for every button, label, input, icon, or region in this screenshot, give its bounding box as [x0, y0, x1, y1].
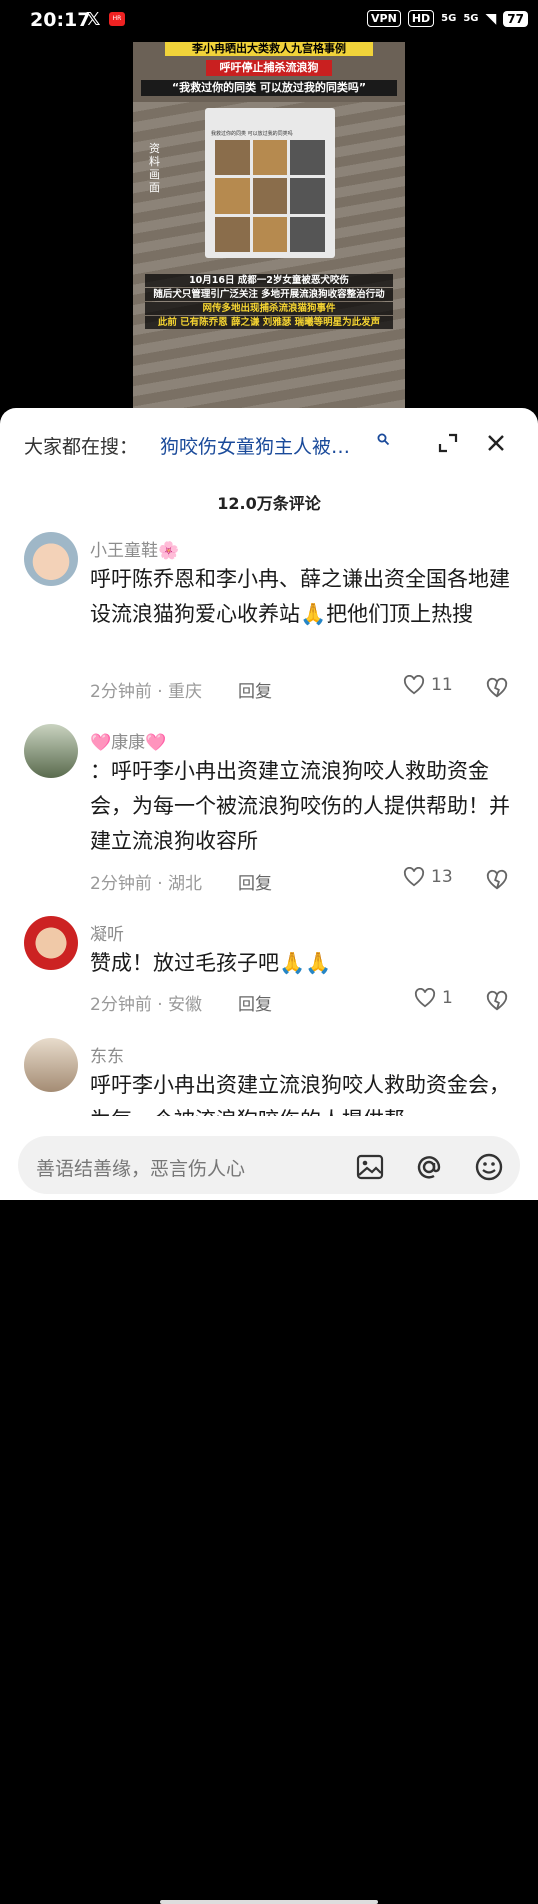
photo-cell	[252, 216, 288, 252]
video-caption-line: 此前 已有陈乔恩 薛之谦 刘雅瑟 瑞曦等明星为此发声	[145, 316, 393, 329]
comment-sheet: 大家都在搜： 狗咬伤女童狗主人被… 12.0万条评论 小王童鞋🌸 呼吁陈乔恩和李…	[0, 408, 538, 1904]
reply-button[interactable]: 回复	[238, 677, 272, 702]
comment-author[interactable]: 小王童鞋🌸	[90, 536, 179, 561]
comment-text: 呼吁李小冉出资建立流浪狗咬人救助资金会，为每一个被流浪狗咬伤的人提供帮	[90, 1073, 510, 1116]
reply-button[interactable]: 回复	[238, 990, 272, 1015]
photo-cell	[252, 140, 288, 176]
comment-meta: 2分钟前 · 安徽	[90, 995, 203, 1015]
like-button[interactable]: 13	[403, 867, 453, 887]
video-quote-banner: “我救过你的同类 可以放过我的同类吗”	[141, 80, 397, 96]
video-side-label: 资料画面	[149, 142, 160, 194]
photo-cell	[252, 178, 288, 214]
status-bar: 20:17 𝕏 HR VPN HD 5G 5G ◥ 77	[0, 0, 538, 42]
home-indicator	[160, 1900, 378, 1904]
comment-author[interactable]: 凝听	[90, 920, 124, 945]
avatar[interactable]	[24, 532, 78, 586]
comment-item: 东东 呼吁李小冉出资建立流浪狗咬人救助资金会，为每一个被流浪狗咬伤的人提供帮	[0, 1034, 538, 1116]
like-button[interactable]: 1	[414, 988, 453, 1008]
status-indicators: VPN HD 5G 5G ◥ 77	[367, 10, 528, 27]
photo-cell	[215, 140, 250, 176]
comment-author[interactable]: 🩷康康🩷	[90, 728, 166, 753]
x-app-icon: 𝕏	[86, 9, 101, 30]
dislike-icon[interactable]	[486, 677, 508, 699]
video-red-banner: 呼吁停止捕杀流浪狗	[206, 60, 332, 76]
image-icon[interactable]	[355, 1152, 385, 1182]
comment-text: 赞成！放过毛孩子吧🙏🙏	[90, 951, 332, 975]
at-icon[interactable]	[414, 1152, 444, 1182]
dislike-icon[interactable]	[486, 990, 508, 1012]
battery-indicator: 77	[503, 10, 528, 27]
comment-meta: 2分钟前 · 湖北	[90, 874, 203, 894]
reply-button[interactable]: 回复	[238, 869, 272, 894]
photo-grid	[215, 140, 325, 252]
photo-cell	[290, 178, 325, 214]
comment-meta: 2分钟前 · 重庆	[90, 682, 203, 702]
video-caption-line: 随后犬只管理引广泛关注 多地开展流浪狗收容整治行动	[145, 288, 393, 301]
video-title-banner: 李小冉晒出大类救人九宫格事例	[165, 42, 373, 56]
avatar[interactable]	[24, 916, 78, 970]
comment-count: 12.0万条评论	[217, 494, 321, 513]
photo-cell	[290, 140, 325, 176]
close-icon[interactable]	[484, 431, 508, 455]
signal-icon: 5G	[441, 13, 457, 24]
avatar[interactable]	[24, 724, 78, 778]
heart-icon	[403, 867, 425, 887]
video-caption-line: 网传多地出现捕杀流浪猫狗事件	[145, 302, 393, 315]
wifi-icon: ◥	[485, 10, 497, 27]
avatar[interactable]	[24, 1038, 78, 1092]
comment-input-bar: 善语结善缘，恶言伤人心	[0, 1116, 538, 1904]
video-post-text: 我救过你的同类 可以放过我的同类吗	[211, 131, 293, 137]
video-post-card: 我救过你的同类 可以放过我的同类吗	[205, 108, 335, 258]
search-suggestion-label: 大家都在搜：	[24, 436, 139, 458]
photo-cell	[215, 216, 250, 252]
status-time: 20:17	[30, 9, 91, 31]
like-count: 11	[431, 675, 453, 695]
video-player[interactable]: 李小冉晒出大类救人九宫格事例 呼吁停止捕杀流浪狗 “我救过你的同类 可以放过我的…	[133, 42, 405, 408]
like-count: 1	[442, 988, 453, 1008]
hd-badge: HD	[407, 10, 435, 27]
like-button[interactable]: 11	[403, 675, 453, 695]
comment-author[interactable]: 东东	[90, 1042, 124, 1067]
app-notification-icon: HR	[109, 12, 125, 26]
search-icon[interactable]	[377, 433, 390, 446]
expand-icon[interactable]	[436, 431, 460, 455]
heart-icon	[403, 675, 425, 695]
comment-text: 呼吁陈乔恩和李小冉、薛之谦出资全国各地建设流浪猫狗爱心收养站🙏把他们顶上热搜	[90, 567, 510, 626]
search-suggestion-link[interactable]: 狗咬伤女童狗主人被…	[160, 432, 350, 459]
vpn-badge: VPN	[367, 10, 401, 27]
photo-cell	[215, 178, 250, 214]
video-caption-line: 10月16日 成都一2岁女童被恶犬咬伤	[145, 274, 393, 287]
dislike-icon[interactable]	[486, 869, 508, 891]
emoji-icon[interactable]	[474, 1152, 504, 1182]
comment-input-placeholder[interactable]: 善语结善缘，恶言伤人心	[36, 1154, 245, 1181]
signal-icon-2: 5G	[463, 13, 479, 24]
comment-text: ：呼吁李小冉出资建立流浪狗咬人救助资金会，为每一个被流浪狗咬伤的人提供帮助！并建…	[90, 759, 510, 853]
heart-icon	[414, 988, 436, 1008]
photo-cell	[290, 216, 325, 252]
like-count: 13	[431, 867, 453, 887]
